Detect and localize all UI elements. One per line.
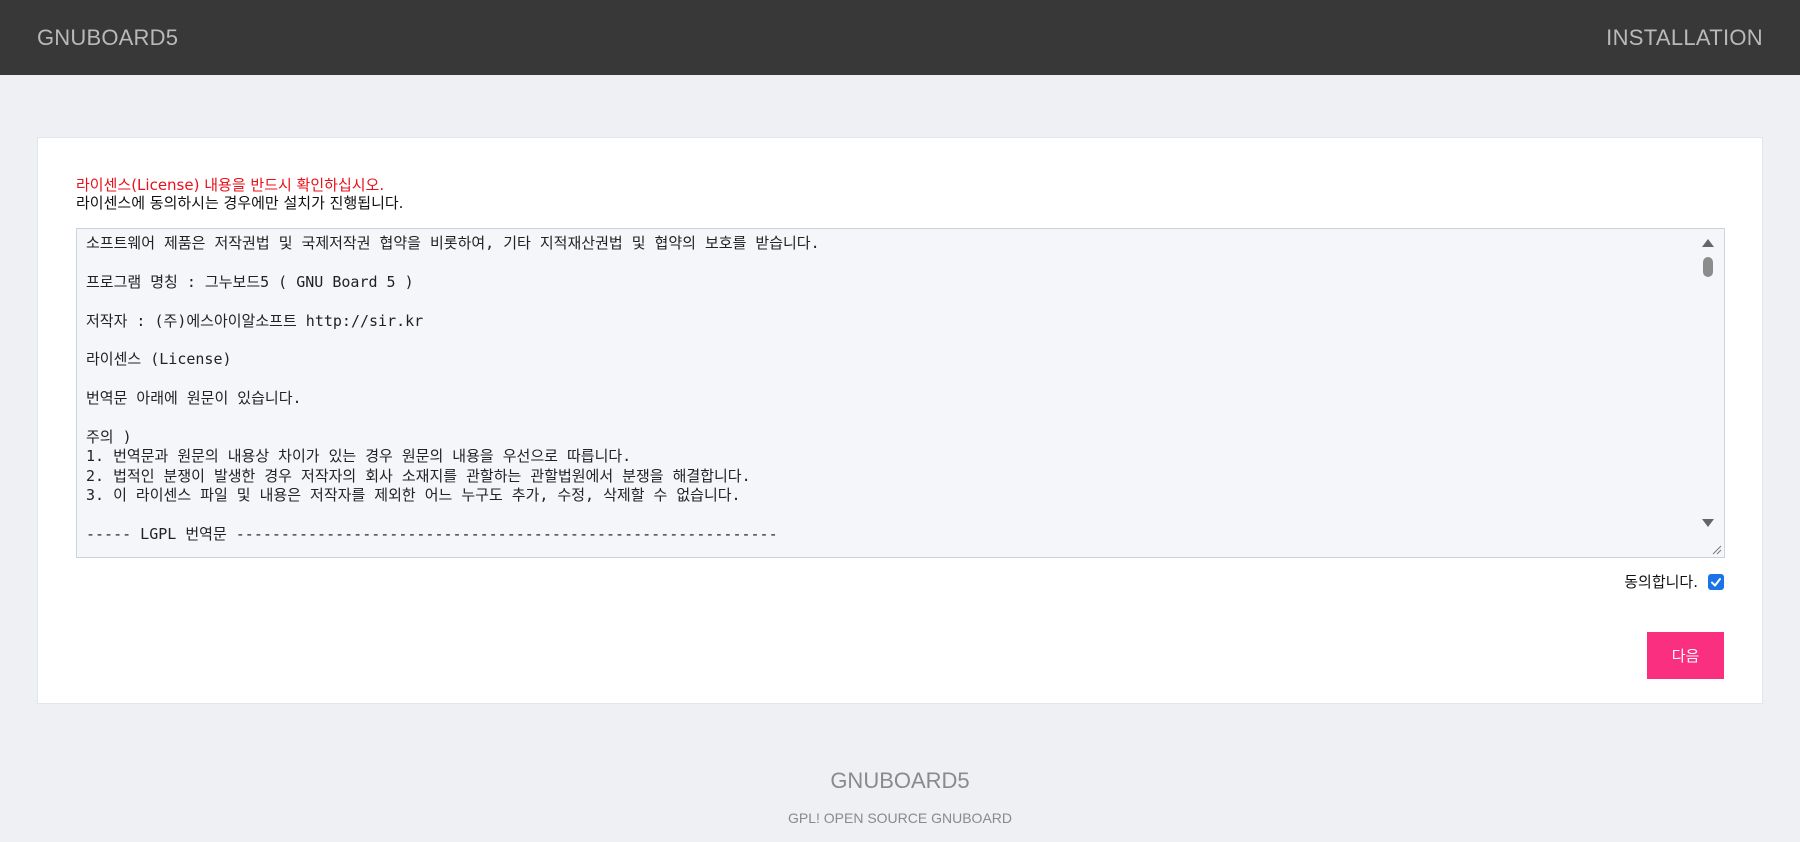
agree-label[interactable]: 동의합니다. [1624, 571, 1698, 592]
next-button[interactable]: 다음 [1647, 632, 1724, 679]
install-card: 라이센스(License) 내용을 반드시 확인하십시오. 라이센스에 동의하시… [37, 137, 1763, 704]
scroll-up-icon[interactable] [1702, 239, 1714, 247]
agree-row[interactable]: 동의합니다. [1624, 571, 1724, 592]
top-bar: GNUBOARD5 INSTALLATION [0, 0, 1800, 75]
scroll-down-icon[interactable] [1702, 519, 1714, 527]
footer-tagline: GPL! OPEN SOURCE GNUBOARD [787, 810, 1013, 826]
license-scrollbar[interactable] [1700, 235, 1716, 553]
license-notice: 라이센스(License) 내용을 반드시 확인하십시오. 라이센스에 동의하시… [76, 176, 403, 212]
license-content: 소프트웨어 제품은 저작권법 및 국제저작권 협약을 비롯하여, 기타 지적재산… [86, 234, 820, 544]
scroll-thumb[interactable] [1703, 257, 1713, 277]
license-textarea[interactable]: 소프트웨어 제품은 저작권법 및 국제저작권 협약을 비롯하여, 기타 지적재산… [76, 228, 1725, 558]
resize-grip-icon[interactable] [1710, 543, 1722, 555]
agree-checkbox[interactable] [1708, 573, 1724, 590]
license-subtext: 라이센스에 동의하시는 경우에만 설치가 진행됩니다. [76, 194, 404, 212]
header-brand: GNUBOARD5 [37, 24, 179, 50]
check-icon [1711, 577, 1721, 586]
license-warning-text: 라이센스(License) 내용을 반드시 확인하십시오. [76, 176, 385, 194]
footer-brand: GNUBOARD5 [830, 768, 970, 793]
header-section-title: INSTALLATION [1606, 24, 1763, 50]
